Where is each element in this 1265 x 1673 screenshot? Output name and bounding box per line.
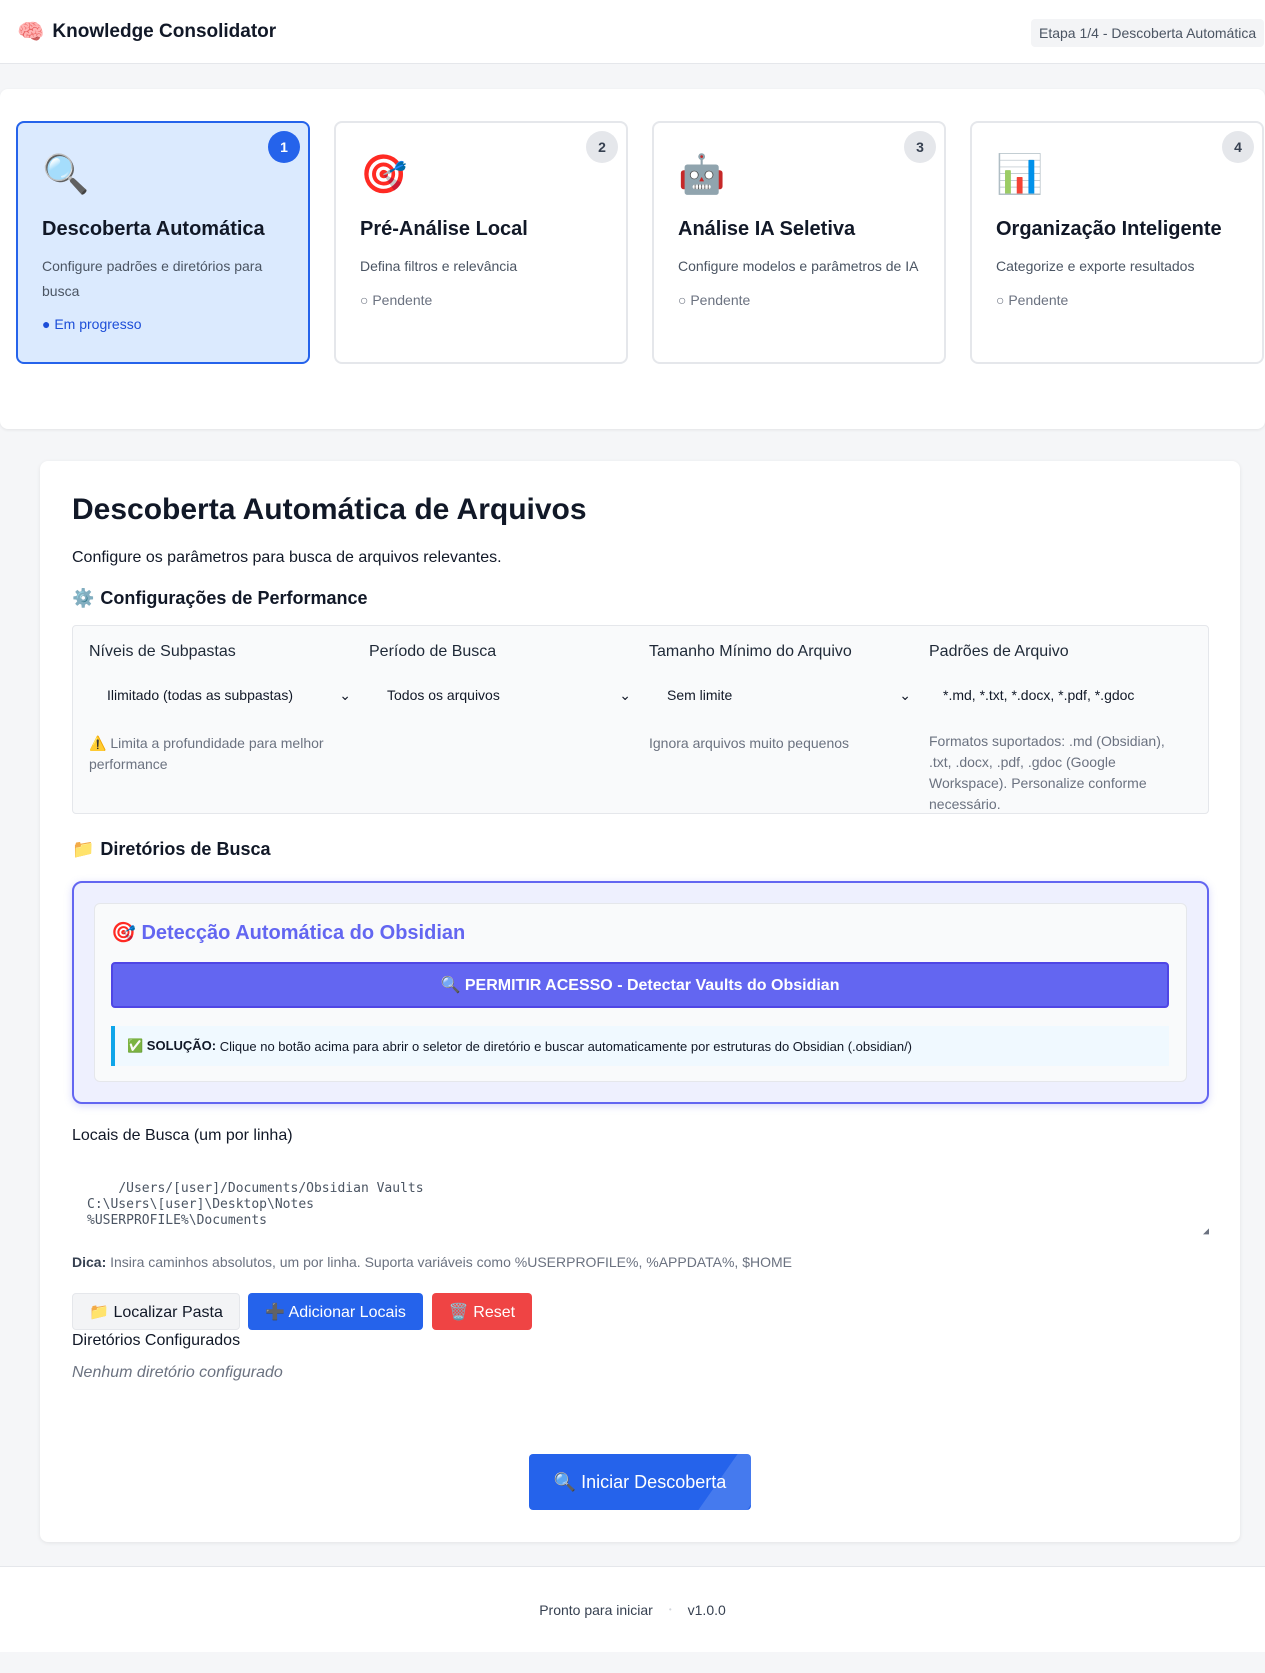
step-title: Organização Inteligente	[996, 218, 1222, 240]
performance-heading-text: Configurações de Performance	[100, 588, 368, 608]
start-discovery-button[interactable]: 🔍 Iniciar Descoberta	[529, 1454, 751, 1510]
resize-handle-icon[interactable]: ◢	[1203, 1224, 1209, 1240]
page-title: Descoberta Automática de Arquivos	[72, 493, 587, 526]
patterns-input[interactable]: *.md, *.txt, *.docx, *.pdf, *.gdoc	[929, 679, 1194, 711]
start-discovery-label: 🔍 Iniciar Descoberta	[553, 1471, 727, 1492]
min-size-select-value: Sem limite	[667, 687, 733, 703]
target-icon: 🎯	[360, 154, 408, 196]
patterns-hint: Formatos suportados: .md (Obsidian), .tx…	[929, 733, 1165, 812]
depth-select-value: Ilimitado (todas as subpastas)	[107, 687, 293, 703]
obsidian-solution-note: ✅ SOLUÇÃO: Clique no botão acima para ab…	[111, 1026, 1169, 1066]
locate-folder-button[interactable]: 📁 Localizar Pasta	[72, 1293, 240, 1330]
depth-field: Níveis de Subpastas Ilimitado (todas as …	[89, 643, 351, 772]
folder-icon: 📁	[72, 839, 95, 859]
tip-label: Dica:	[72, 1254, 107, 1270]
min-size-hint: Ignora arquivos muito pequenos	[649, 735, 850, 751]
patterns-label: Padrões de Arquivo	[929, 643, 1069, 660]
performance-settings: Níveis de Subpastas Ilimitado (todas as …	[72, 625, 1209, 814]
app-footer: Pronto para iniciar • v1.0.0	[0, 1566, 1265, 1652]
step-title: Pré-Análise Local	[360, 218, 528, 240]
depth-select[interactable]: Ilimitado (todas as subpastas) ⌄	[89, 679, 354, 711]
period-field: Período de Busca Todos os arquivos ⌄	[369, 643, 631, 703]
app-title: Knowledge Consolidator	[52, 21, 277, 42]
step-status: ● Em progresso	[42, 316, 142, 332]
add-locations-button[interactable]: ➕ Adicionar Locais	[248, 1293, 423, 1330]
bar-chart-icon: 📊	[996, 154, 1044, 196]
step-title: Descoberta Automática	[42, 218, 265, 240]
locations-placeholder: /Users/[user]/Documents/Obsidian Vaults …	[87, 1181, 424, 1228]
page-intro: Configure os parâmetros para busca de ar…	[72, 549, 502, 566]
brain-icon: 🧠	[17, 19, 45, 44]
tip-text: Insira caminhos absolutos, um por linha.…	[106, 1254, 792, 1270]
step-status: ○ Pendente	[678, 292, 751, 308]
min-size-field: Tamanho Mínimo do Arquivo Sem limite ⌄ I…	[649, 643, 911, 751]
step-card-2[interactable]: 2 🎯 Pré-Análise Local Defina filtros e r…	[334, 121, 628, 364]
obsidian-detection-inner: 🎯 Detecção Automática do Obsidian 🔍 PERM…	[94, 903, 1187, 1082]
chevron-down-icon: ⌄	[899, 686, 911, 703]
locations-label: Locais de Busca (um por linha)	[72, 1127, 293, 1144]
step-card-4[interactable]: 4 📊 Organização Inteligente Categorize e…	[970, 121, 1264, 364]
footer-separator: •	[668, 1605, 672, 1614]
directories-heading: 📁 Diretórios de Busca	[72, 839, 270, 860]
step-description: Configure modelos e parâmetros de IA	[678, 258, 919, 274]
period-select[interactable]: Todos os arquivos ⌄	[369, 679, 634, 711]
step-description: Configure padrões e diretórios para busc…	[42, 258, 263, 299]
obsidian-detection-title: 🎯 Detecção Automática do Obsidian	[111, 922, 466, 944]
directories-heading-text: Diretórios de Busca	[100, 839, 271, 859]
locations-textarea[interactable]: /Users/[user]/Documents/Obsidian Vaults …	[72, 1158, 1209, 1240]
step-number-badge: 3	[904, 131, 936, 163]
discovery-panel: Descoberta Automática de Arquivos Config…	[40, 461, 1240, 1542]
reset-button[interactable]: 🗑️ Reset	[432, 1293, 532, 1330]
period-select-value: Todos os arquivos	[387, 687, 500, 703]
obsidian-detection-box: 🎯 Detecção Automática do Obsidian 🔍 PERM…	[72, 881, 1209, 1104]
brand: 🧠 Knowledge Consolidator	[17, 20, 276, 44]
chevron-down-icon: ⌄	[339, 686, 351, 703]
performance-heading: ⚙️ Configurações de Performance	[72, 588, 368, 609]
solution-text: Clique no botão acima para abrir o selet…	[216, 1038, 913, 1054]
solution-label: ✅ SOLUÇÃO:	[127, 1038, 217, 1053]
patterns-field: Padrões de Arquivo *.md, *.txt, *.docx, …	[929, 643, 1189, 812]
step-number-badge: 4	[1222, 131, 1254, 163]
step-card-3[interactable]: 3 🤖 Análise IA Seletiva Configure modelo…	[652, 121, 946, 364]
robot-icon: 🤖	[678, 154, 726, 196]
depth-hint: ⚠️ Limita a profundidade para melhor per…	[89, 735, 324, 772]
step-badge: Etapa 1/4 - Descoberta Automática	[1031, 19, 1265, 47]
app-header: 🧠 Knowledge Consolidator Etapa 1/4 - Des…	[0, 0, 1265, 64]
step-card-1[interactable]: 1 🔍 Descoberta Automática Configure padr…	[16, 121, 310, 364]
footer-version: v1.0.0	[687, 1601, 726, 1618]
footer-status: Pronto para iniciar	[539, 1601, 653, 1618]
step-status: ○ Pendente	[360, 292, 433, 308]
configured-directories-empty: Nenhum diretório configurado	[72, 1364, 283, 1381]
step-number-badge: 1	[268, 131, 300, 163]
min-size-select[interactable]: Sem limite ⌄	[649, 679, 914, 711]
min-size-label: Tamanho Mínimo do Arquivo	[649, 643, 852, 660]
step-title: Análise IA Seletiva	[678, 218, 856, 240]
step-status: ○ Pendente	[996, 292, 1069, 308]
gear-icon: ⚙️	[72, 588, 95, 608]
step-number-badge: 2	[586, 131, 618, 163]
chevron-down-icon: ⌄	[619, 686, 631, 703]
step-description: Categorize e exporte resultados	[996, 258, 1195, 274]
depth-label: Níveis de Subpastas	[89, 643, 236, 660]
period-label: Período de Busca	[369, 643, 497, 660]
steps-panel: 1 🔍 Descoberta Automática Configure padr…	[0, 89, 1265, 429]
magnifier-icon: 🔍	[42, 154, 90, 196]
configured-directories-label: Diretórios Configurados	[72, 1332, 241, 1349]
step-description: Defina filtros e relevância	[360, 258, 518, 274]
locations-tip: Dica: Insira caminhos absolutos, um por …	[72, 1254, 792, 1270]
detect-obsidian-button[interactable]: 🔍 PERMITIR ACESSO - Detectar Vaults do O…	[111, 962, 1169, 1008]
